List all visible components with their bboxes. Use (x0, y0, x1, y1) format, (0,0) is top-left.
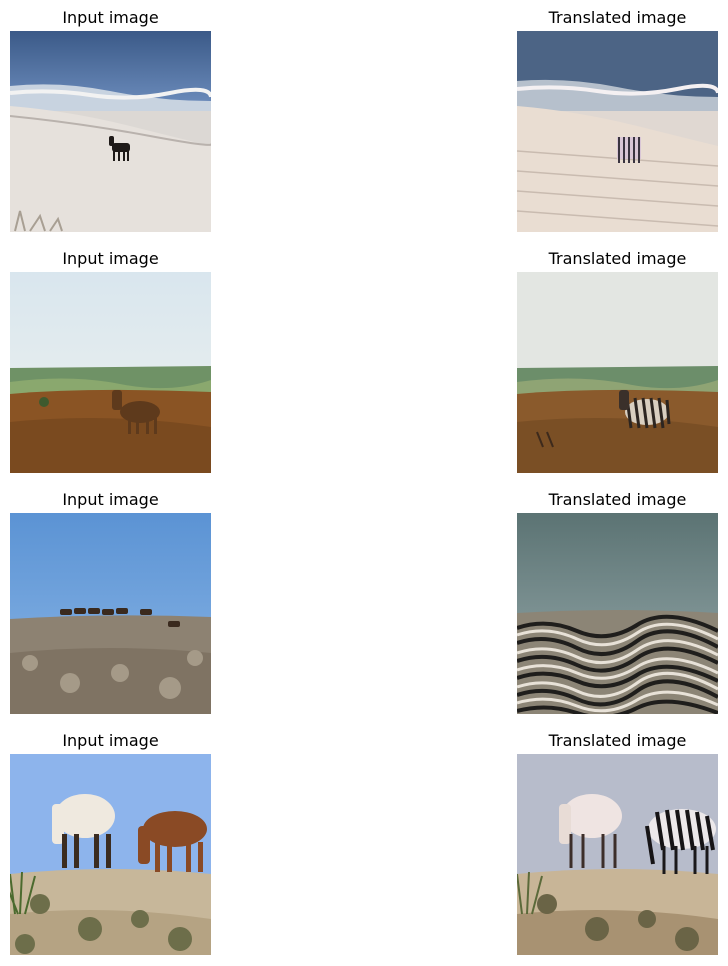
input-title: Input image (62, 249, 159, 268)
output-image-hillside (517, 272, 718, 473)
output-image-herd (517, 513, 718, 714)
input-image-herd (10, 513, 211, 714)
output-title: Translated image (548, 249, 687, 268)
output-title: Translated image (548, 731, 687, 750)
input-image-beach (10, 31, 211, 232)
output-title: Translated image (548, 8, 687, 27)
input-title: Input image (62, 8, 159, 27)
output-title: Translated image (548, 490, 687, 509)
input-image-grazing (10, 754, 211, 955)
input-title: Input image (62, 490, 159, 509)
input-title: Input image (62, 731, 159, 750)
output-image-grazing (517, 754, 718, 955)
output-image-beach (517, 31, 718, 232)
input-image-hillside (10, 272, 211, 473)
